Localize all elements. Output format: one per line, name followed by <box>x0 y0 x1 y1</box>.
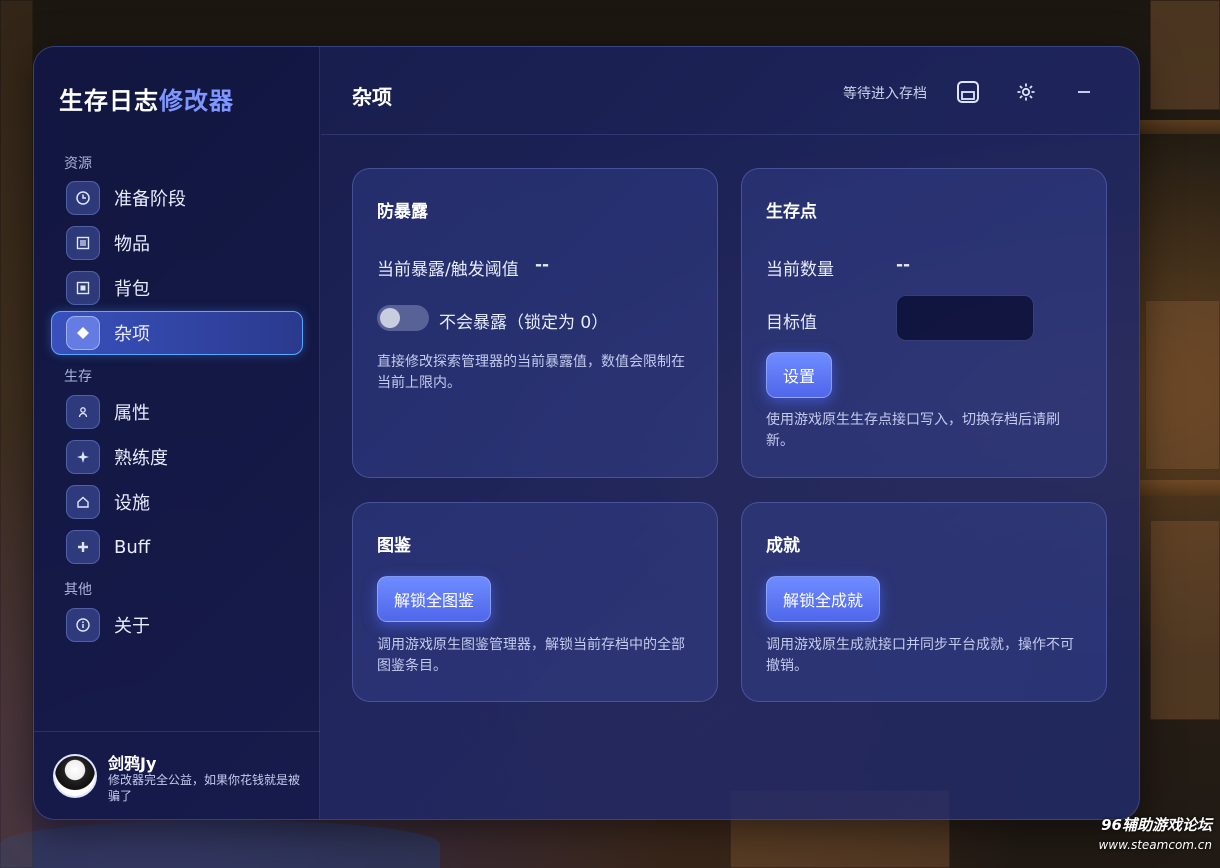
survival-points-target-input[interactable] <box>896 295 1034 341</box>
profile-name: 剑鸦Jy <box>108 754 157 773</box>
sidebar-item-label: 物品 <box>114 234 150 255</box>
section-label-other: 其他 <box>64 582 92 598</box>
background-box <box>1145 300 1220 470</box>
backpack-icon <box>66 271 100 305</box>
card-exposure: 防暴露 当前暴露/触发阈值 -- 不会暴露（锁定为 0） 直接修改探索管理器的当… <box>352 168 718 478</box>
sidebar-item-label: 杂项 <box>114 324 150 345</box>
exposure-current-value: -- <box>535 255 550 275</box>
person-icon <box>66 395 100 429</box>
section-label-resources: 资源 <box>64 156 92 172</box>
background-box <box>1150 520 1220 720</box>
sparkle-icon <box>66 440 100 474</box>
sidebar-item-label: 熟练度 <box>114 448 168 469</box>
sidebar-item-prep[interactable]: 准备阶段 <box>51 176 303 220</box>
no-exposure-toggle[interactable] <box>377 305 429 331</box>
clock-icon <box>66 181 100 215</box>
achievements-description: 调用游戏原生成就接口并同步平台成就，操作不可撤销。 <box>766 637 1074 674</box>
gear-icon[interactable] <box>1011 77 1041 107</box>
card-achievements: 成就 解锁全成就 调用游戏原生成就接口并同步平台成就，操作不可撤销。 <box>741 502 1107 702</box>
set-survival-points-button[interactable]: 设置 <box>766 352 832 398</box>
watermark-url: www.steamcom.cn <box>1098 838 1212 852</box>
survival-points-target-label: 目标值 <box>766 313 817 333</box>
profile: 剑鸦Jy 修改器完全公益，如果你花钱就是被骗了 <box>34 731 320 819</box>
sidebar-item-buff[interactable]: Buff <box>51 525 303 569</box>
section-label-survival: 生存 <box>64 369 92 385</box>
sidebar-item-label: 设施 <box>114 493 150 514</box>
save-icon[interactable] <box>953 77 983 107</box>
sidebar-item-label: Buff <box>114 536 151 558</box>
app-title: 生存日志修改器 <box>59 81 234 116</box>
survival-points-current-label: 当前数量 <box>766 260 834 280</box>
diamond-icon <box>66 316 100 350</box>
exposure-description: 直接修改探索管理器的当前暴露值，数值会限制在当前上限内。 <box>377 354 685 391</box>
list-icon <box>66 226 100 260</box>
sidebar-item-backpack[interactable]: 背包 <box>51 266 303 310</box>
plus-icon <box>66 530 100 564</box>
unlock-codex-button[interactable]: 解锁全图鉴 <box>377 576 491 622</box>
sidebar-item-facilities[interactable]: 设施 <box>51 480 303 524</box>
background-box <box>1150 0 1220 110</box>
card-title: 图鉴 <box>377 536 411 556</box>
background-rug <box>0 820 440 868</box>
card-title: 防暴露 <box>377 202 428 222</box>
app-window: 生存日志修改器 资源 准备阶段 物品 背包 杂项 生存 属性 熟练度 设施 Bu… <box>33 46 1140 820</box>
avatar <box>53 754 97 798</box>
main-panel: 杂项 等待进入存档 防暴露 当前暴露/触发阈值 -- 不会暴露（锁定为 0） 直… <box>321 47 1139 819</box>
toggle-knob <box>380 308 400 328</box>
minimize-icon[interactable] <box>1069 77 1099 107</box>
watermark-title: 96辅助游戏论坛 <box>1101 816 1212 834</box>
profile-description: 修改器完全公益，如果你花钱就是被骗了 <box>108 773 301 803</box>
unlock-achievements-button[interactable]: 解锁全成就 <box>766 576 880 622</box>
status-text: 等待进入存档 <box>843 86 927 102</box>
sidebar-item-label: 属性 <box>114 403 150 424</box>
sidebar-item-misc[interactable]: 杂项 <box>51 311 303 355</box>
sidebar-item-label: 关于 <box>114 616 150 637</box>
topbar: 杂项 等待进入存档 <box>321 47 1139 135</box>
codex-description: 调用游戏原生图鉴管理器，解锁当前存档中的全部图鉴条目。 <box>377 637 685 674</box>
app-title-main: 生存日志 <box>59 87 159 115</box>
card-title: 成就 <box>766 536 800 556</box>
sidebar-item-proficiency[interactable]: 熟练度 <box>51 435 303 479</box>
card-survival-points: 生存点 当前数量 -- 目标值 设置 使用游戏原生生存点接口写入，切换存档后请刷… <box>741 168 1107 478</box>
exposure-current-label: 当前暴露/触发阈值 <box>377 260 519 280</box>
card-title: 生存点 <box>766 202 817 222</box>
sidebar-item-attributes[interactable]: 属性 <box>51 390 303 434</box>
no-exposure-toggle-label: 不会暴露（锁定为 0） <box>439 313 609 333</box>
sidebar-item-about[interactable]: 关于 <box>51 603 303 647</box>
sidebar-item-label: 准备阶段 <box>114 189 186 210</box>
background-shelf <box>1140 480 1220 496</box>
survival-points-current-value: -- <box>896 255 911 275</box>
card-codex: 图鉴 解锁全图鉴 调用游戏原生图鉴管理器，解锁当前存档中的全部图鉴条目。 <box>352 502 718 702</box>
sidebar: 生存日志修改器 资源 准备阶段 物品 背包 杂项 生存 属性 熟练度 设施 Bu… <box>34 47 320 819</box>
background-wall <box>0 0 33 868</box>
app-title-accent: 修改器 <box>159 87 234 115</box>
background-shelf <box>1140 120 1220 134</box>
survival-points-description: 使用游戏原生生存点接口写入，切换存档后请刷新。 <box>766 412 1060 449</box>
info-icon <box>66 608 100 642</box>
sidebar-item-label: 背包 <box>114 279 150 300</box>
sidebar-item-items[interactable]: 物品 <box>51 221 303 265</box>
home-icon <box>66 485 100 519</box>
page-title: 杂项 <box>352 85 392 109</box>
